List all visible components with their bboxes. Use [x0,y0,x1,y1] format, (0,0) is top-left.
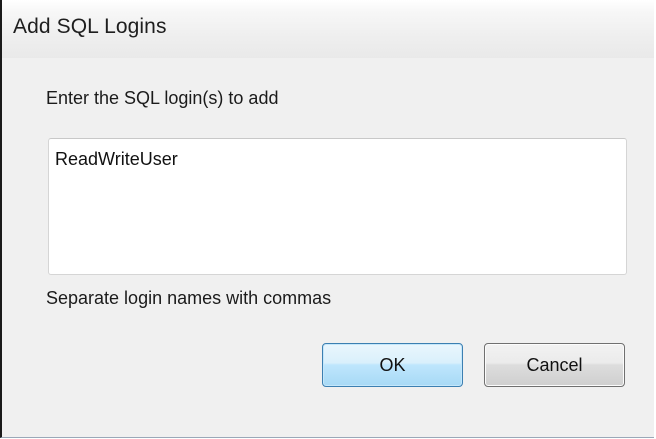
dialog-body: Enter the SQL login(s) to add ReadWriteU… [2,58,654,437]
add-sql-logins-dialog: Add SQL Logins Enter the SQL login(s) to… [0,0,654,438]
title-bar[interactable]: Add SQL Logins [2,0,654,59]
ok-button[interactable]: OK [322,343,463,387]
logins-hint-label: Separate login names with commas [46,288,332,308]
logins-prompt-label: Enter the SQL login(s) to add [46,88,279,108]
cancel-button[interactable]: Cancel [484,343,625,387]
sql-logins-input[interactable]: ReadWriteUser [48,138,627,275]
window-title: Add SQL Logins [13,15,167,38]
